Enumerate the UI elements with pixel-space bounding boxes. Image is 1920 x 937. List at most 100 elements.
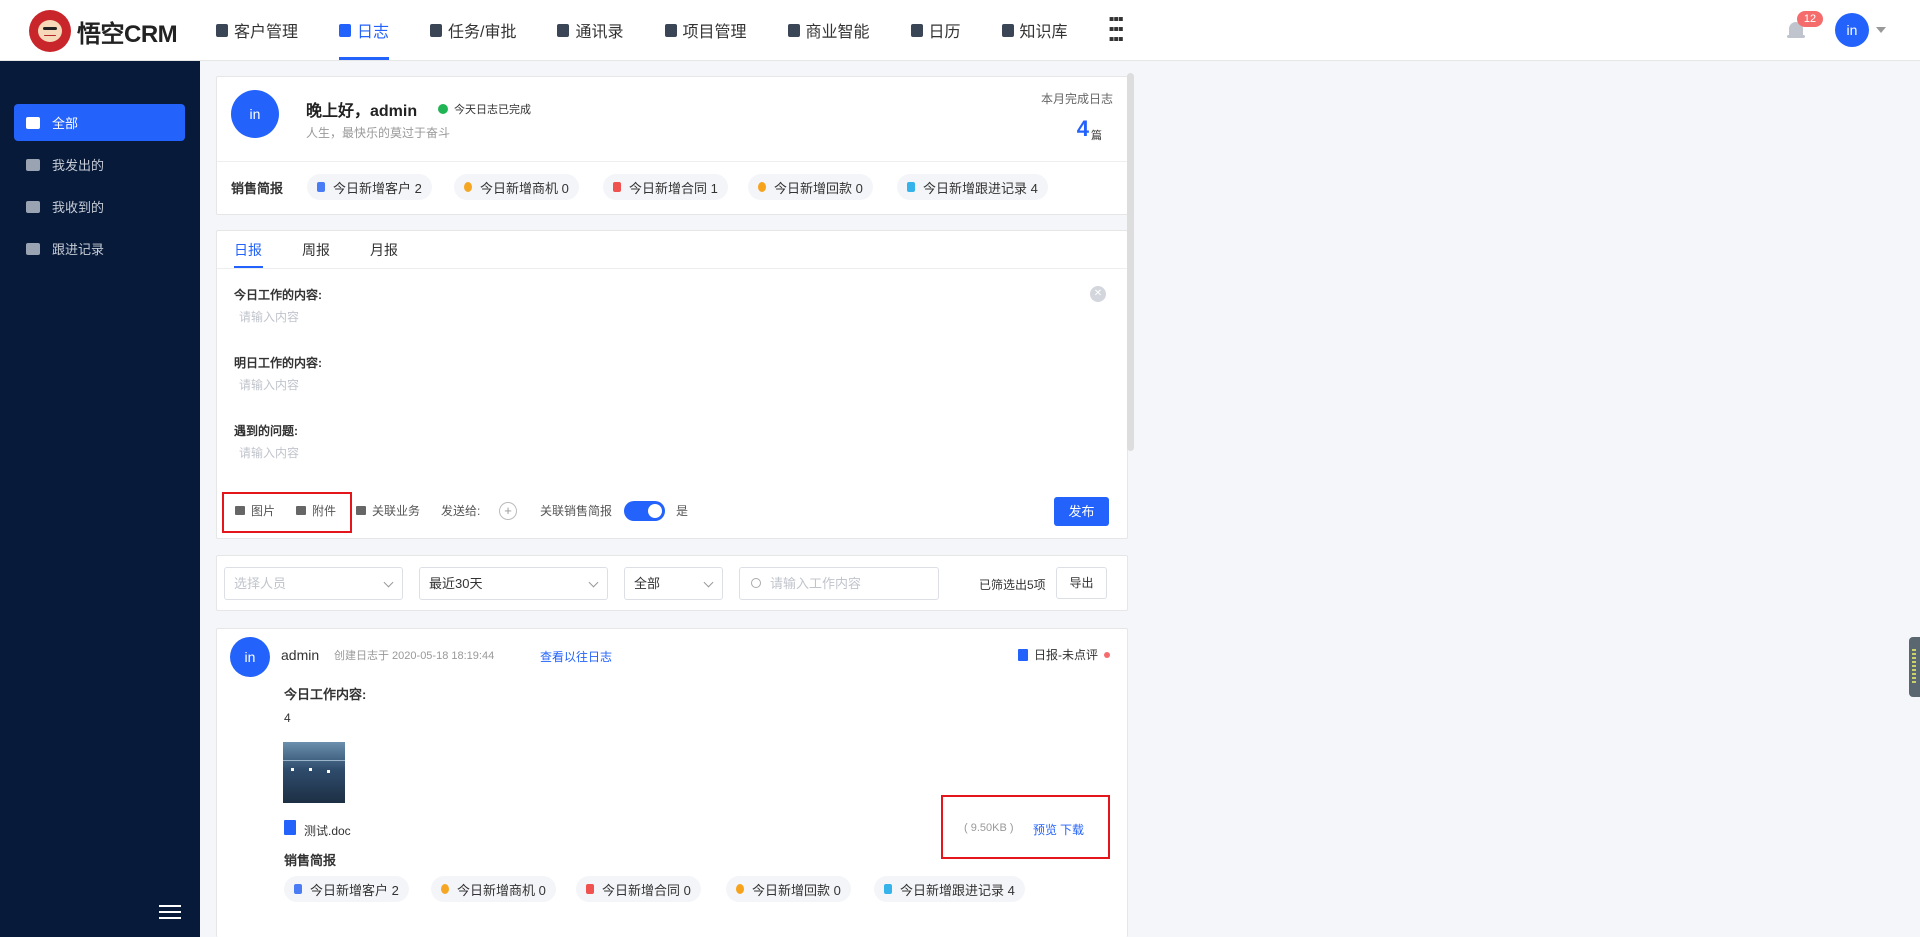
payment-icon xyxy=(736,884,744,894)
today-work-input[interactable]: 请输入内容 xyxy=(239,308,299,325)
chip-text: 今日新增回款 0 xyxy=(752,882,841,898)
status-text: 今天日志已完成 xyxy=(454,104,531,116)
link-icon xyxy=(356,506,366,515)
field-label-problems: 遇到的问题: xyxy=(234,424,298,438)
send-to-label: 发送给: xyxy=(441,502,480,519)
person-select[interactable]: 选择人员 xyxy=(224,567,403,600)
tab-weekly[interactable]: 周报 xyxy=(302,240,330,260)
problems-input[interactable]: 请输入内容 xyxy=(239,444,299,461)
switch-value: 是 xyxy=(676,502,688,519)
sidebar-item-label: 我收到的 xyxy=(52,200,105,215)
export-button[interactable]: 导出 xyxy=(1056,567,1107,599)
chip-text: 今日新增合同 1 xyxy=(629,180,718,196)
send-icon xyxy=(26,158,40,171)
link-sales-label: 关联销售简报 xyxy=(540,502,612,519)
chevron-down-icon xyxy=(703,577,714,588)
close-icon[interactable]: ✕ xyxy=(1090,286,1106,302)
logo[interactable]: 悟空CRM xyxy=(29,10,178,52)
chip-new-followup: 今日新增跟进记录 4 xyxy=(897,174,1048,200)
status-badge: 今天日志已完成 xyxy=(438,101,531,117)
tomorrow-work-input[interactable]: 请输入内容 xyxy=(239,376,299,393)
sidebar-item-label: 我发出的 xyxy=(52,158,105,173)
tab-daily[interactable]: 日报 xyxy=(234,240,262,260)
followup-icon xyxy=(884,884,892,894)
contract-icon xyxy=(586,884,594,894)
tab-monthly[interactable]: 月报 xyxy=(370,240,398,260)
collapse-menu-icon[interactable] xyxy=(159,905,181,919)
chip-text: 今日新增商机 0 xyxy=(480,180,569,196)
tool-label: 发送给: xyxy=(441,504,481,518)
highlight-box xyxy=(222,492,352,533)
nav-calendar[interactable]: 日历 xyxy=(910,0,961,60)
nav-bi[interactable]: 商业智能 xyxy=(787,0,870,60)
type-select[interactable]: 全部 xyxy=(624,567,723,600)
nav-project[interactable]: 项目管理 xyxy=(664,0,747,60)
nav-task[interactable]: 任务/审批 xyxy=(430,0,516,60)
chat-icon xyxy=(26,242,40,255)
today-work-label: 今日工作内容: xyxy=(284,687,367,702)
side-widget-tab[interactable] xyxy=(1909,637,1920,697)
search-input[interactable]: 请输入工作内容 xyxy=(739,567,939,600)
chip-new-payment: 今日新增回款 0 xyxy=(726,876,851,902)
sidebar-item-label: 全部 xyxy=(52,116,79,131)
select-text: 选择人员 xyxy=(234,576,287,591)
nav-label: 知识库 xyxy=(1019,24,1068,41)
bi-icon xyxy=(787,23,800,37)
chip-new-opportunity: 今日新增商机 0 xyxy=(454,174,579,200)
log-author: admin xyxy=(281,647,320,663)
nav-label: 通讯录 xyxy=(575,24,624,41)
top-bar: 悟空CRM 客户管理 日志 任务/审批 通讯录 项目管理 商业智能 日历 知识库… xyxy=(0,0,1920,61)
month-count: 4 xyxy=(1076,116,1089,141)
link-sales-toggle[interactable] xyxy=(624,501,665,521)
chip-new-payment: 今日新增回款 0 xyxy=(748,174,873,200)
status-text: 日报-未点评 xyxy=(1034,648,1098,662)
view-history-link[interactable]: 查看以往日志 xyxy=(540,648,612,665)
book-icon xyxy=(1001,23,1014,37)
sidebar-item-all[interactable]: 全部 xyxy=(14,104,185,141)
nav-label: 项目管理 xyxy=(682,24,747,41)
related-business-button[interactable]: 关联业务 xyxy=(356,502,420,519)
task-icon xyxy=(430,23,443,37)
project-icon xyxy=(664,23,677,37)
notification-badge: 12 xyxy=(1797,11,1823,27)
unread-dot xyxy=(1104,651,1110,658)
sidebar-item-sent[interactable]: 我发出的 xyxy=(14,146,185,183)
log-composer xyxy=(216,230,1128,539)
followup-icon xyxy=(907,182,915,192)
publish-button[interactable]: 发布 xyxy=(1054,497,1109,526)
nav-label: 客户管理 xyxy=(234,24,299,41)
log-status: 日报-未点评 xyxy=(1018,646,1110,663)
nav-log[interactable]: 日志 xyxy=(339,0,390,60)
sidebar-item-received[interactable]: 我收到的 xyxy=(14,188,185,225)
chevron-down-icon xyxy=(383,577,394,588)
chip-new-contract: 今日新增合同 0 xyxy=(576,876,701,902)
user-avatar[interactable]: in xyxy=(1835,13,1869,47)
attached-image[interactable] xyxy=(283,742,345,803)
nav-knowledge[interactable]: 知识库 xyxy=(1001,0,1068,60)
file-name: 测试.doc xyxy=(304,824,351,838)
chip-new-customer: 今日新增客户 2 xyxy=(284,876,409,902)
download-link[interactable]: 下载 xyxy=(1060,821,1084,838)
chip-new-followup: 今日新增跟进记录 4 xyxy=(874,876,1025,902)
log-created-time: 创建日志于 2020-05-18 18:19:44 xyxy=(334,650,495,662)
sidebar-item-followup[interactable]: 跟进记录 xyxy=(14,230,185,267)
monkey-logo-icon xyxy=(29,10,71,52)
nav-label: 任务/审批 xyxy=(448,24,517,41)
nav-contacts[interactable]: 通讯录 xyxy=(557,0,624,60)
month-label: 本月完成日志 xyxy=(1040,92,1113,106)
preview-link[interactable]: 预览 xyxy=(1033,821,1057,838)
chip-text: 今日新增跟进记录 4 xyxy=(900,882,1015,898)
apps-grid-icon[interactable]: ▪▪▪ ▪▪▪ ▪▪▪ xyxy=(1109,0,1124,60)
greeting-card: in 晚上好，admin 今天日志已完成 人生，最快乐的莫过于奋斗 本月完成日志… xyxy=(216,76,1128,215)
sidebar: 全部 我发出的 我收到的 跟进记录 xyxy=(0,61,200,937)
nav-customer[interactable]: 客户管理 xyxy=(216,0,298,60)
check-circle-icon xyxy=(438,104,448,114)
select-text: 全部 xyxy=(634,576,661,591)
caret-down-icon[interactable] xyxy=(1876,27,1886,33)
file-size: ( 9.50KB ) xyxy=(964,822,1014,834)
add-recipient-icon[interactable]: + xyxy=(499,502,517,520)
divider xyxy=(217,268,1127,269)
scrollbar[interactable] xyxy=(1127,73,1134,451)
range-select[interactable]: 最近30天 xyxy=(419,567,608,600)
opportunity-icon xyxy=(441,884,449,894)
